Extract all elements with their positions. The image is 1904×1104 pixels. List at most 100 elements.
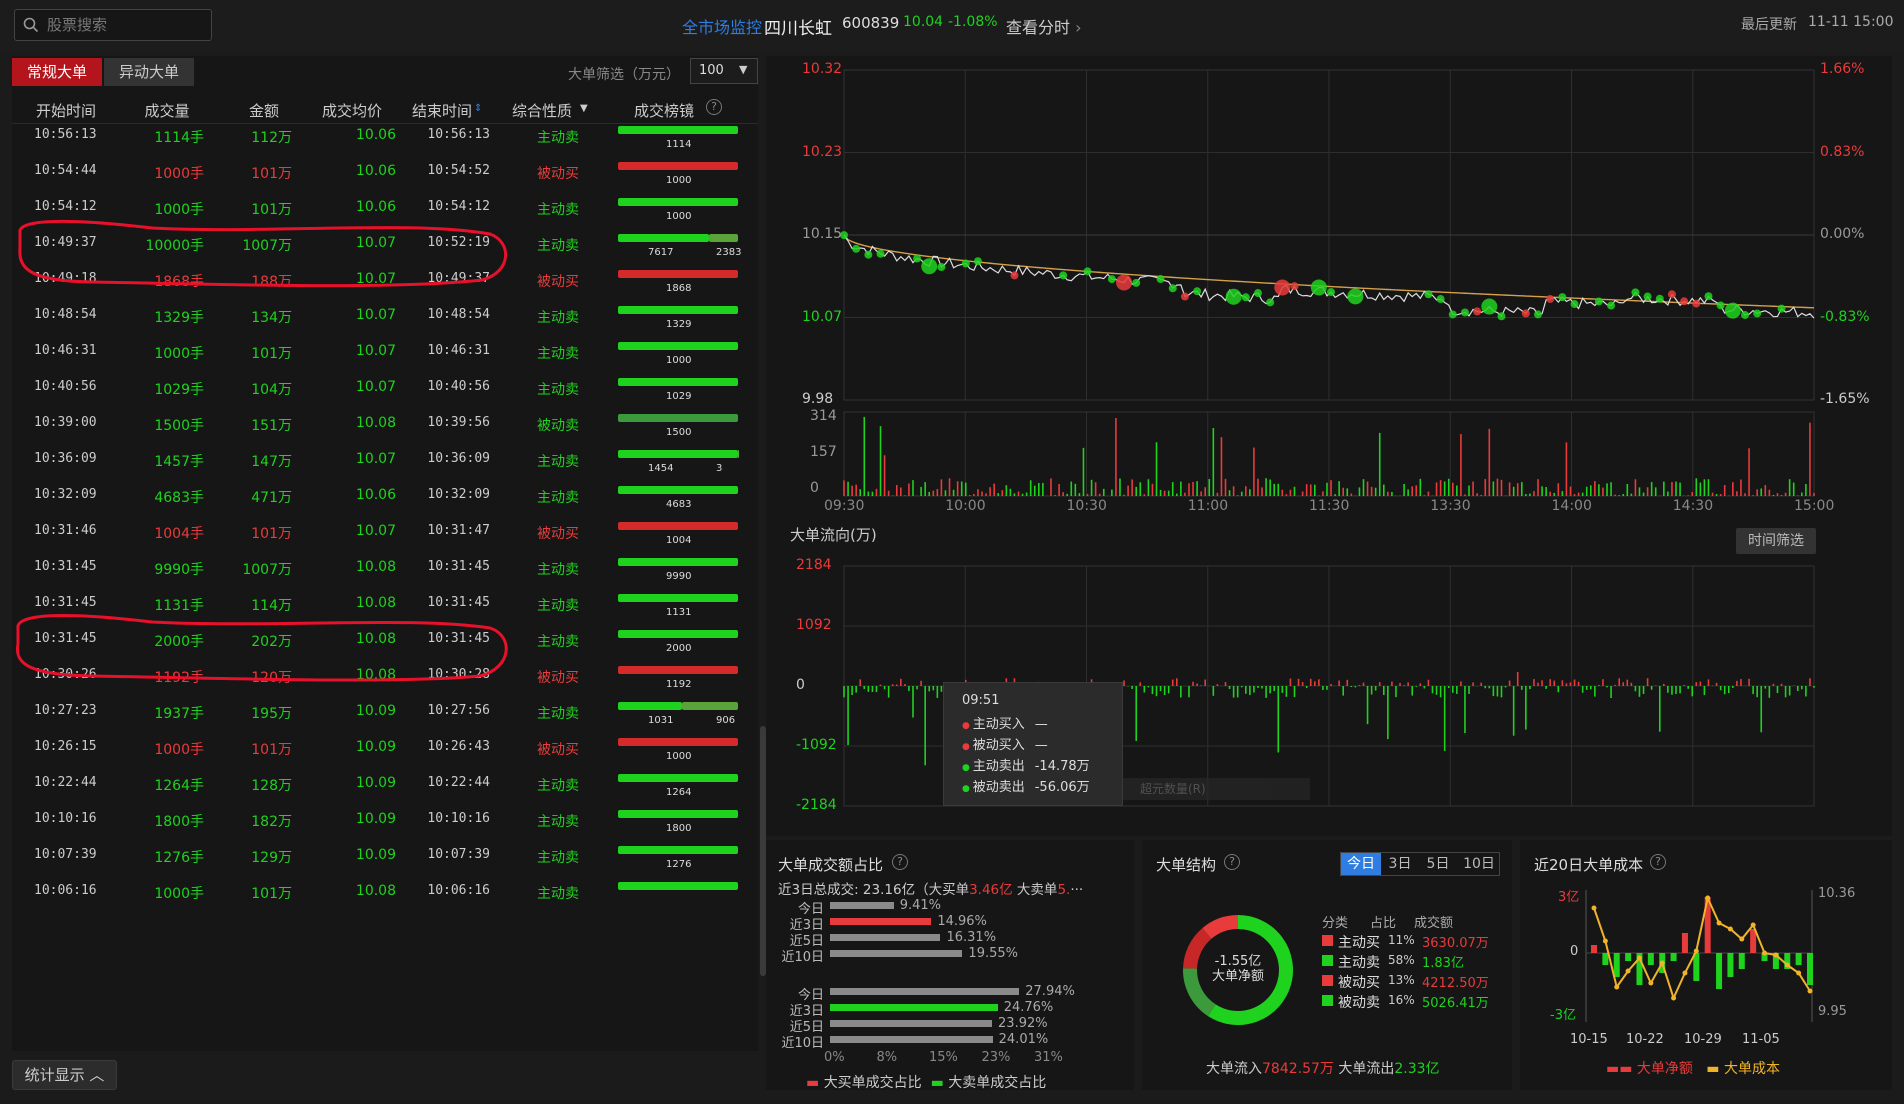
structure-row-pct: 11%: [1388, 933, 1415, 947]
summary-more[interactable]: ···: [1070, 882, 1083, 898]
tooltip-value: -14.78万: [1034, 759, 1090, 774]
last-update-label: 最后更新: [1741, 17, 1797, 33]
donut-segment: [1202, 915, 1239, 940]
tooltip-item: ● 主动买入 —: [962, 713, 1048, 732]
ratio-value: 24.01%: [998, 1032, 1049, 1047]
stock-code: 600839: [842, 14, 900, 32]
flow-axis-label: 1092: [796, 617, 832, 633]
period-tab-10d[interactable]: 10日: [1457, 853, 1501, 875]
order-dot: [1083, 267, 1092, 276]
time-filter-button[interactable]: 时间筛选: [1736, 528, 1816, 554]
structure-row-name: 被动卖: [1338, 995, 1380, 1011]
cost-net-bar: [1670, 953, 1677, 961]
structure-row-pct: 13%: [1388, 973, 1415, 987]
search-icon: [23, 17, 39, 33]
order-dot: [1558, 293, 1567, 302]
row-start-time: 10:06:16: [34, 883, 97, 898]
structure-row-name: 被动买: [1338, 975, 1380, 991]
structure-row-pct: 58%: [1388, 953, 1415, 967]
top-bar: 全市场监控 四川长虹 600839 10.04 -1.08% 查看分时 › 最后…: [0, 0, 1904, 50]
cost-point: [1727, 926, 1733, 932]
summary-buy: 3.46亿: [969, 882, 1013, 898]
time-axis-label: 09:30: [824, 498, 865, 514]
pct-axis-label: -0.83%: [1820, 308, 1870, 325]
stock-change: -1.08%: [948, 14, 998, 30]
view-intraday-link[interactable]: 查看分时 ›: [1006, 14, 1082, 38]
market-monitor-link[interactable]: 全市场监控: [682, 14, 762, 38]
ratio-value: 19.55%: [968, 946, 1018, 961]
order-dot: [1180, 292, 1189, 301]
order-dot: [1193, 287, 1202, 296]
cost-net-bar: [1613, 953, 1620, 977]
order-dot: [864, 250, 873, 259]
order-dot: [1168, 284, 1177, 293]
row-trade-bar: [618, 876, 738, 906]
tooltip-dot: ●: [962, 784, 973, 794]
order-dot: [1680, 297, 1689, 306]
order-dot: [937, 263, 946, 272]
order-dot: [1704, 292, 1713, 301]
table-row[interactable]: 10:07:39 1276手 129万 10.09 10:07:39 主动卖 1276: [12, 838, 752, 874]
ratio-value: 16.31%: [946, 930, 997, 945]
time-axis-label: 14:30: [1672, 498, 1714, 514]
stock-search-box[interactable]: [14, 9, 212, 41]
row-trade-bar: 1276: [618, 840, 738, 870]
row-end-time: 10:10:16: [427, 811, 490, 826]
row-avg-price: 10.09: [355, 811, 396, 827]
stats-display-button[interactable]: 统计显示 ︿: [12, 1060, 117, 1090]
row-start-time: 10:10:16: [34, 811, 97, 826]
cost-point: [1625, 968, 1631, 974]
structure-col-type: 分类: [1322, 916, 1349, 931]
pct-axis-label: 0.83%: [1820, 143, 1865, 160]
ratio-row-label: 近10日: [781, 950, 824, 965]
bar-label: 1276: [666, 859, 692, 870]
annotation-highlights: [15, 219, 508, 682]
cost-point: [1807, 988, 1813, 994]
stock-price: 10.04: [903, 14, 944, 30]
ratio-help-icon[interactable]: ?: [892, 854, 908, 870]
order-dot: [1777, 304, 1786, 313]
order-dot: [1347, 288, 1364, 305]
legend-buy: 大买单成交占比: [823, 1075, 922, 1091]
row-amount: 101万: [251, 886, 292, 902]
tooltip-label: 主动卖出: [972, 759, 1025, 774]
order-dot: [913, 254, 922, 263]
time-axis-label: 10:00: [945, 498, 986, 514]
table-row[interactable]: 10:06:16 1000手 101万 10.08 10:06:16 主动卖: [12, 874, 752, 910]
cost-net-bar: [1716, 953, 1723, 989]
order-dot: [1667, 290, 1676, 299]
order-dot: [1741, 310, 1750, 319]
tooltip-label: 被动卖出: [972, 780, 1025, 795]
last-update-time: 11-11 15:00: [1808, 14, 1894, 30]
order-dot: [1241, 293, 1250, 302]
ratio-value: 24.76%: [1003, 1000, 1054, 1015]
time-axis-label: 13:30: [1430, 498, 1471, 514]
time-axis-label: 11:30: [1309, 498, 1350, 514]
search-input[interactable]: [47, 14, 205, 36]
structure-row-amount: 3630.07万: [1422, 936, 1489, 951]
period-tab-3d[interactable]: 3日: [1381, 853, 1419, 875]
cost-panel: 近20日大单成本 ? 3亿 0 -3亿 10.36 9.95 10-15 10-…: [1520, 840, 1892, 1090]
period-tab-5d[interactable]: 5日: [1419, 853, 1457, 875]
structure-color-square: [1322, 935, 1333, 946]
tooltip-value: —: [1034, 717, 1048, 732]
cost-point: [1682, 970, 1688, 976]
cost-legend-cost: 大单成本: [1723, 1061, 1780, 1077]
structure-help-icon[interactable]: ?: [1224, 854, 1240, 870]
cost-point: [1614, 984, 1620, 990]
row-volume: 1276手: [154, 850, 204, 866]
period-tab-today[interactable]: 今日: [1341, 853, 1381, 875]
cost-legend-marker-net: ▬▬: [1606, 1061, 1633, 1077]
outflow-label: 大单流出: [1338, 1061, 1395, 1077]
row-nature: 主动卖: [537, 886, 579, 902]
cost-x-4: 11-05: [1742, 1032, 1780, 1047]
order-dot: [852, 244, 861, 253]
ratio-bar: [830, 950, 963, 957]
cost-point: [1773, 952, 1779, 958]
ratio-bar: [830, 1004, 998, 1011]
order-dot: [1327, 288, 1336, 297]
table-row[interactable]: 10:10:16 1800手 182万 10.09 10:10:16 主动卖 1800: [12, 802, 752, 838]
volume-axis-label: 157: [810, 444, 837, 460]
volume-axis-label: 0: [810, 480, 819, 496]
ratio-x-tick: 0%: [824, 1050, 845, 1065]
